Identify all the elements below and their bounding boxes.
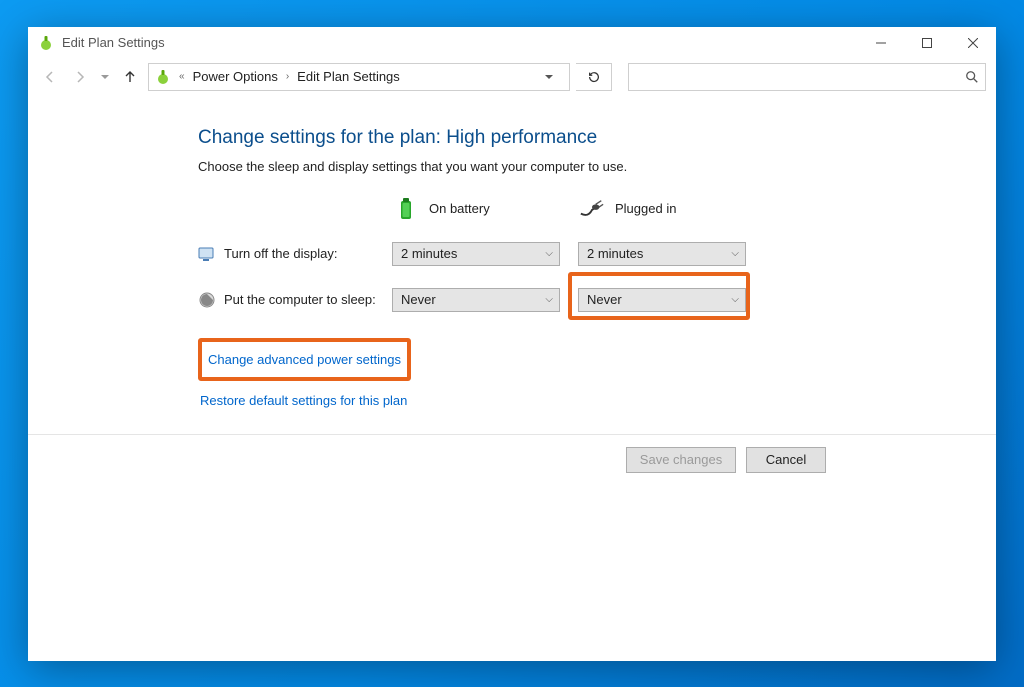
plug-icon bbox=[579, 198, 605, 220]
battery-icon bbox=[393, 198, 419, 220]
combo-value: Never bbox=[401, 292, 436, 307]
forward-button[interactable] bbox=[68, 65, 92, 89]
sleep-plugged-combo[interactable]: Never ⌵ bbox=[578, 288, 746, 312]
restore-default-settings-link[interactable]: Restore default settings for this plan bbox=[198, 389, 409, 412]
display-battery-combo[interactable]: 2 minutes ⌵ bbox=[392, 242, 560, 266]
edit-plan-settings-window: Edit Plan Settings bbox=[28, 27, 996, 661]
close-button[interactable] bbox=[950, 27, 996, 59]
on-battery-label: On battery bbox=[429, 201, 490, 216]
display-plugged-combo[interactable]: 2 minutes ⌵ bbox=[578, 242, 746, 266]
chevron-down-icon: ⌵ bbox=[731, 248, 739, 259]
footer-buttons: Save changes Cancel bbox=[198, 447, 996, 473]
sleep-icon bbox=[198, 291, 216, 309]
up-button[interactable] bbox=[118, 65, 142, 89]
maximize-button[interactable] bbox=[904, 27, 950, 59]
refresh-button[interactable] bbox=[576, 63, 612, 91]
address-dropdown-icon[interactable] bbox=[545, 73, 563, 81]
recent-locations-dropdown[interactable] bbox=[98, 65, 112, 89]
combo-value: 2 minutes bbox=[401, 246, 457, 261]
window-title: Edit Plan Settings bbox=[62, 35, 165, 50]
navigation-bar: « Power Options › Edit Plan Settings bbox=[28, 59, 996, 95]
titlebar: Edit Plan Settings bbox=[28, 27, 996, 59]
minimize-button[interactable] bbox=[858, 27, 904, 59]
breadcrumb-current[interactable]: Edit Plan Settings bbox=[297, 69, 400, 84]
search-icon bbox=[965, 70, 979, 84]
chevron-down-icon: ⌵ bbox=[731, 294, 739, 305]
sleep-row: Put the computer to sleep: Never ⌵ Never… bbox=[198, 288, 996, 312]
page-heading: Change settings for the plan: High perfo… bbox=[198, 127, 996, 149]
cancel-button[interactable]: Cancel bbox=[746, 447, 826, 473]
display-icon bbox=[198, 245, 216, 263]
power-options-icon bbox=[155, 69, 171, 85]
chevron-right-icon: › bbox=[284, 71, 291, 82]
power-source-columns: On battery Plugged in bbox=[393, 198, 996, 220]
separator bbox=[28, 434, 996, 435]
search-box[interactable] bbox=[628, 63, 986, 91]
combo-value: Never bbox=[587, 292, 622, 307]
breadcrumb-parent[interactable]: Power Options bbox=[193, 69, 278, 84]
back-button[interactable] bbox=[38, 65, 62, 89]
turn-off-display-row: Turn off the display: 2 minutes ⌵ 2 minu… bbox=[198, 242, 996, 266]
plugged-in-column-header: Plugged in bbox=[579, 198, 747, 220]
plugged-in-label: Plugged in bbox=[615, 201, 676, 216]
chevron-down-icon: ⌵ bbox=[545, 248, 553, 259]
save-changes-button[interactable]: Save changes bbox=[626, 447, 736, 473]
sleep-label: Put the computer to sleep: bbox=[224, 292, 392, 307]
change-advanced-power-settings-link[interactable]: Change advanced power settings bbox=[206, 348, 403, 371]
turn-off-display-label: Turn off the display: bbox=[224, 246, 392, 261]
highlight-advanced-link: Change advanced power settings bbox=[198, 338, 411, 381]
power-plan-icon bbox=[38, 35, 54, 51]
page-subheading: Choose the sleep and display settings th… bbox=[198, 159, 996, 174]
sleep-battery-combo[interactable]: Never ⌵ bbox=[392, 288, 560, 312]
chevron-down-icon: ⌵ bbox=[545, 294, 553, 305]
combo-value: 2 minutes bbox=[587, 246, 643, 261]
chevron-left-icon: « bbox=[177, 71, 187, 82]
content-area: Change settings for the plan: High perfo… bbox=[28, 95, 996, 661]
links-section: Change advanced power settings Restore d… bbox=[198, 338, 996, 412]
on-battery-column-header: On battery bbox=[393, 198, 561, 220]
address-bar[interactable]: « Power Options › Edit Plan Settings bbox=[148, 63, 570, 91]
